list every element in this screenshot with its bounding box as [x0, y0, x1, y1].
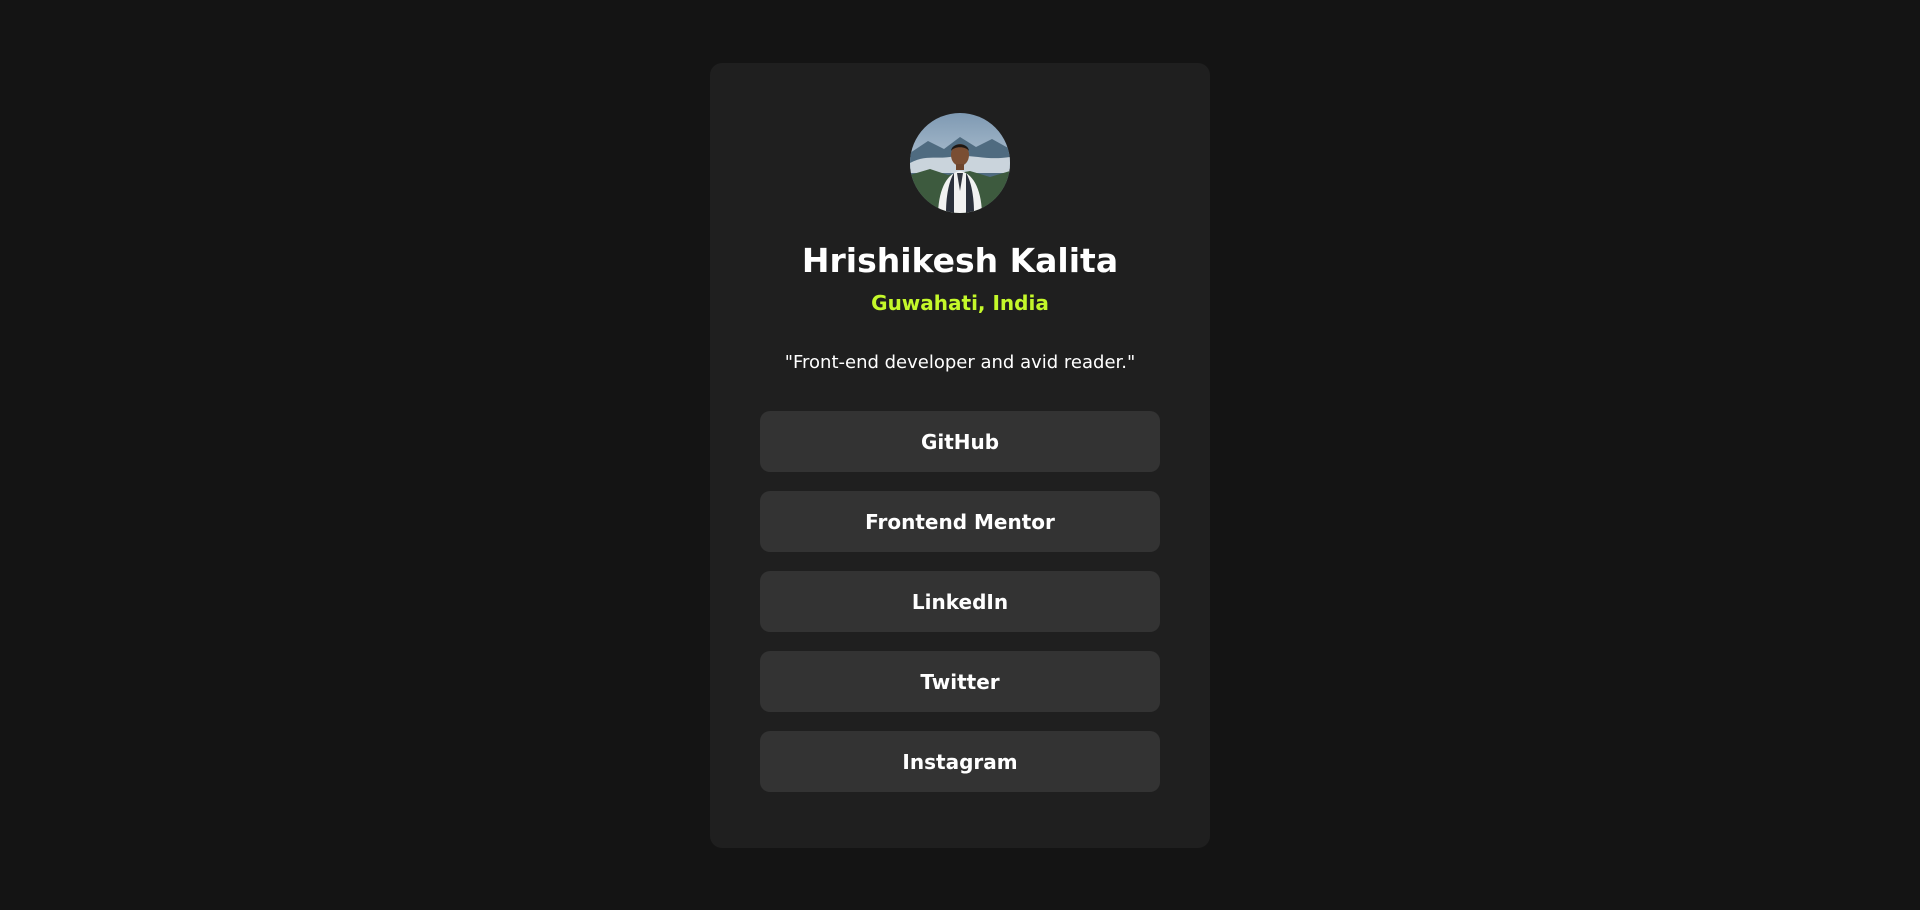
- avatar: [910, 113, 1010, 213]
- profile-name: Hrishikesh Kalita: [801, 241, 1119, 280]
- social-links-list: GitHub Frontend Mentor LinkedIn Twitter …: [760, 411, 1160, 792]
- page: Hrishikesh Kalita Guwahati, India "Front…: [0, 0, 1920, 910]
- github-link-button[interactable]: GitHub: [760, 411, 1160, 472]
- profile-card: Hrishikesh Kalita Guwahati, India "Front…: [710, 63, 1210, 848]
- profile-bio: "Front-end developer and avid reader.": [784, 352, 1136, 373]
- twitter-link-button[interactable]: Twitter: [760, 651, 1160, 712]
- profile-location: Guwahati, India: [871, 291, 1049, 315]
- instagram-link-button[interactable]: Instagram: [760, 731, 1160, 792]
- profile-photo-icon: [910, 113, 1010, 213]
- linkedin-link-button[interactable]: LinkedIn: [760, 571, 1160, 632]
- frontend-mentor-link-button[interactable]: Frontend Mentor: [760, 491, 1160, 552]
